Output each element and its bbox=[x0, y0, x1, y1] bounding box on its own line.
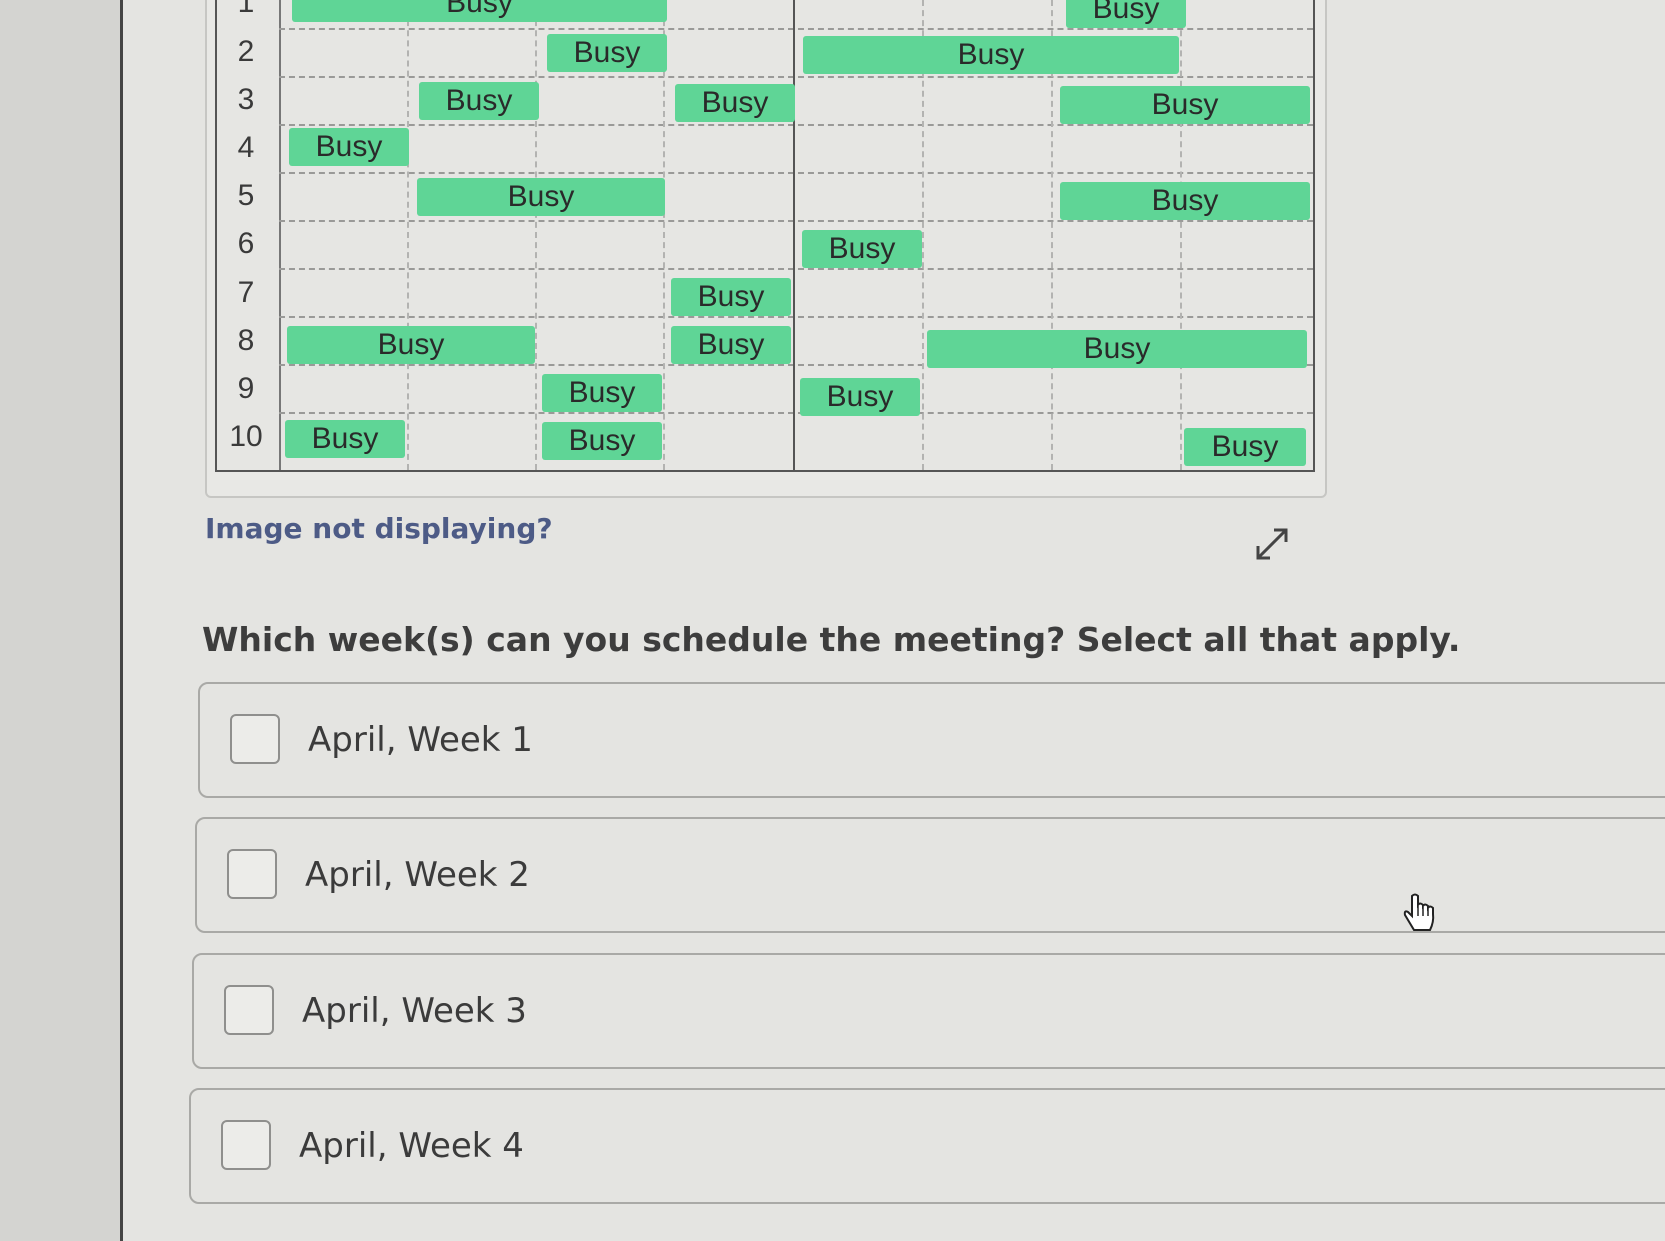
grid-line bbox=[279, 28, 1313, 30]
busy-block: Busy bbox=[542, 422, 662, 460]
grid-line bbox=[279, 172, 1313, 174]
busy-block: Busy bbox=[1184, 428, 1306, 466]
row-label-9: 9 bbox=[237, 372, 255, 405]
checkbox[interactable] bbox=[230, 714, 280, 764]
grid-line bbox=[279, 316, 1313, 318]
checkbox[interactable] bbox=[227, 849, 277, 899]
option-april-week-1[interactable]: April, Week 1 bbox=[198, 682, 1665, 798]
image-not-displaying-link[interactable]: Image not displaying? bbox=[205, 512, 553, 545]
row-label-2: 2 bbox=[237, 35, 255, 68]
row-label-4: 4 bbox=[237, 131, 255, 164]
grid-line bbox=[279, 412, 1313, 414]
grid-line bbox=[279, 268, 1313, 270]
grid-line bbox=[279, 76, 1313, 78]
grid-column-line bbox=[535, 0, 537, 470]
row-label-3: 3 bbox=[237, 83, 255, 116]
left-margin bbox=[0, 0, 122, 1241]
option-april-week-2[interactable]: April, Week 2 bbox=[195, 817, 1665, 933]
row-labels: 1 2 3 4 5 6 7 8 9 10 bbox=[217, 0, 281, 470]
expand-arrows-icon[interactable] bbox=[1250, 522, 1294, 566]
busy-block: Busy bbox=[1060, 86, 1310, 124]
busy-block: Busy bbox=[675, 84, 795, 122]
busy-block: Busy bbox=[289, 128, 409, 166]
option-april-week-4[interactable]: April, Week 4 bbox=[189, 1088, 1665, 1204]
busy-block: Busy bbox=[802, 230, 922, 268]
row-label-6: 6 bbox=[237, 227, 255, 260]
busy-block: Busy bbox=[671, 326, 791, 364]
question-text: Which week(s) can you schedule the meeti… bbox=[202, 620, 1461, 659]
grid-column-line bbox=[407, 0, 409, 470]
busy-block: Busy bbox=[671, 278, 791, 316]
option-label: April, Week 4 bbox=[299, 1126, 524, 1166]
busy-block: Busy bbox=[1060, 182, 1310, 220]
busy-block: Busy bbox=[419, 82, 539, 120]
row-label-10: 10 bbox=[229, 420, 263, 453]
grid-line bbox=[279, 124, 1313, 126]
busy-block: Busy bbox=[285, 420, 405, 458]
grid-line bbox=[279, 220, 1313, 222]
busy-block: Busy bbox=[287, 326, 535, 364]
row-label-8: 8 bbox=[237, 324, 255, 357]
option-april-week-3[interactable]: April, Week 3 bbox=[192, 953, 1665, 1069]
busy-block: Busy bbox=[803, 36, 1179, 74]
busy-block: Busy bbox=[1066, 0, 1186, 28]
row-label-1: 1 bbox=[237, 0, 255, 19]
checkbox[interactable] bbox=[224, 985, 274, 1035]
busy-block: Busy bbox=[547, 34, 667, 72]
hand-pointer-icon bbox=[1403, 893, 1435, 931]
week-divider bbox=[793, 0, 795, 470]
row-label-7: 7 bbox=[237, 276, 255, 309]
option-label: April, Week 2 bbox=[305, 855, 530, 895]
grid-column-line bbox=[1180, 0, 1182, 470]
busy-block: Busy bbox=[927, 330, 1307, 368]
row-label-5: 5 bbox=[237, 179, 255, 212]
busy-block: Busy bbox=[800, 378, 920, 416]
busy-block: Busy bbox=[292, 0, 667, 22]
checkbox[interactable] bbox=[221, 1120, 271, 1170]
busy-block: Busy bbox=[542, 374, 662, 412]
busy-block: Busy bbox=[417, 178, 665, 216]
option-label: April, Week 3 bbox=[302, 991, 527, 1031]
schedule-calendar: 1 2 3 4 5 6 7 8 9 10 Busy Busy Busy Busy… bbox=[215, 0, 1315, 472]
option-label: April, Week 1 bbox=[308, 720, 533, 760]
